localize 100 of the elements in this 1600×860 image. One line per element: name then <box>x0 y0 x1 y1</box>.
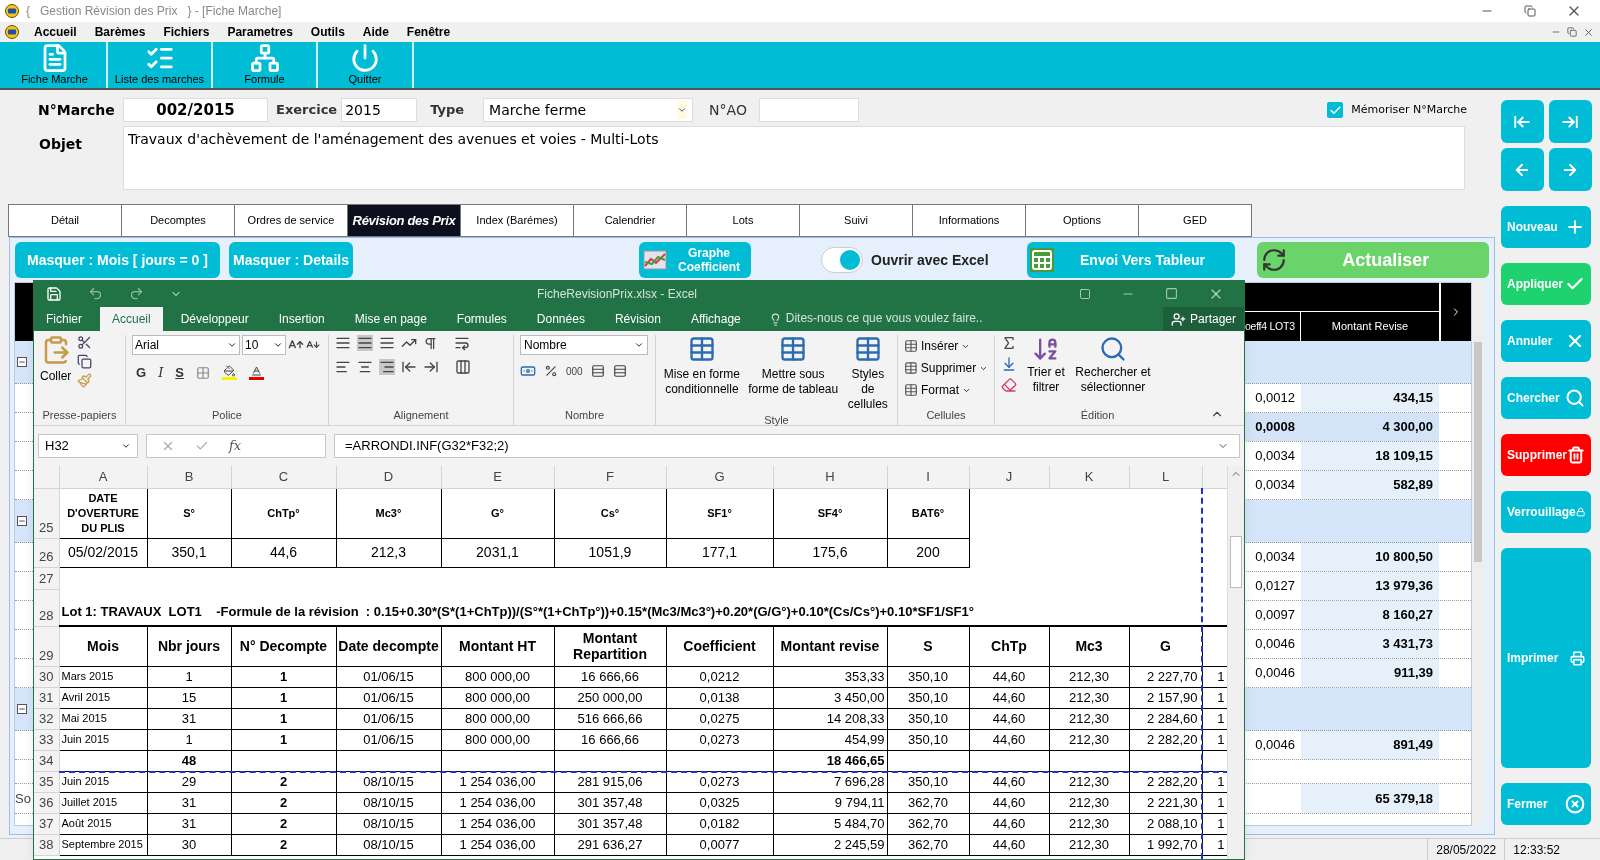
restore-icon[interactable] <box>1524 5 1536 17</box>
decimal-icon[interactable] <box>612 364 627 378</box>
ao-field[interactable] <box>758 98 859 122</box>
underline-button[interactable]: S <box>175 363 184 383</box>
column-header[interactable]: C <box>231 466 336 488</box>
grid-row[interactable]: 0,0034 582,89 <box>1245 471 1439 499</box>
grid-row[interactable]: 0,0046 3 431,73 <box>1245 630 1439 658</box>
scissors-icon[interactable] <box>77 335 93 350</box>
direction-icon[interactable] <box>423 335 438 351</box>
size-select[interactable]: 10 <box>242 335 286 355</box>
menu-item[interactable]: Parametres <box>227 23 293 41</box>
scrollbar[interactable] <box>1472 282 1484 826</box>
scrollbar[interactable] <box>1227 466 1244 859</box>
font-select[interactable]: Arial <box>132 335 240 355</box>
row-number[interactable]: 26 <box>34 538 59 567</box>
merge-icon[interactable] <box>455 359 471 375</box>
cells-button[interactable]: Insérer <box>904 335 988 357</box>
row-number[interactable]: 32 <box>34 708 59 729</box>
ribbon-options-icon[interactable] <box>1079 287 1091 300</box>
font-color-icon[interactable] <box>248 365 264 381</box>
sum-icon[interactable] <box>1001 335 1017 351</box>
menu-item[interactable]: Fenêtre <box>406 23 451 41</box>
share-button[interactable]: Partager <box>1162 307 1244 331</box>
grid-row[interactable]: 0,0127 13 979,36 <box>1245 572 1439 600</box>
name-box[interactable]: H32 <box>38 434 138 458</box>
row-number[interactable]: 28 <box>34 589 59 626</box>
row-number[interactable]: 25 <box>34 488 59 538</box>
toggle-switch[interactable] <box>821 247 863 273</box>
row-number[interactable]: 31 <box>34 687 59 708</box>
column-header[interactable]: K <box>1049 466 1129 488</box>
action-button[interactable]: Supprimer <box>1501 434 1591 476</box>
tab[interactable]: Options <box>1025 204 1139 237</box>
style-button[interactable]: Styles de cellules <box>844 335 891 412</box>
scroll-thumb[interactable] <box>1230 536 1242 588</box>
row-number[interactable]: 30 <box>34 666 59 687</box>
restore-icon[interactable] <box>1567 27 1577 37</box>
ribbon-tab[interactable]: Mise en page <box>342 307 439 331</box>
tab[interactable]: Révision des Prix <box>347 204 461 237</box>
row-number[interactable]: 27 <box>34 567 59 589</box>
column-header[interactable]: D <box>336 466 441 488</box>
toolbar-button[interactable]: Liste des marches <box>108 42 213 88</box>
tab[interactable]: Informations <box>912 204 1026 237</box>
row-number[interactable]: 29 <box>34 626 59 666</box>
menu-item[interactable]: Barèmes <box>94 23 146 41</box>
formula-field[interactable]: =ARRONDI.INF(G32*F32;2) <box>334 434 1240 458</box>
column-header[interactable]: G <box>666 466 773 488</box>
tab[interactable]: Lots <box>686 204 800 237</box>
edit-button[interactable]: Rechercher et sélectionner <box>1075 335 1151 395</box>
exercice-field[interactable]: 2015 <box>341 98 418 122</box>
column-header[interactable]: E <box>441 466 554 488</box>
row-number[interactable]: 34 <box>34 750 59 771</box>
tab[interactable]: Calendrier <box>573 204 687 237</box>
align-bottom-icon[interactable] <box>379 335 395 351</box>
tab[interactable]: Suivi <box>799 204 913 237</box>
align-right-icon[interactable] <box>379 359 395 375</box>
decimal-icon[interactable] <box>590 364 605 378</box>
tab[interactable]: Index (Barémes) <box>460 204 574 237</box>
style-button[interactable]: Mettre sous forme de tableau <box>747 335 839 412</box>
ribbon-tab[interactable]: Accueil <box>100 307 163 331</box>
function-button[interactable]: fx <box>229 436 242 456</box>
menu-item[interactable]: Accueil <box>34 23 77 41</box>
grid-row[interactable]: 0,0008 4 300,00 <box>1245 413 1439 441</box>
collapse-icon[interactable] <box>17 357 27 367</box>
paste-button[interactable]: Coller <box>40 335 72 388</box>
row-number[interactable]: 36 <box>34 792 59 813</box>
menu-item[interactable]: Fichiers <box>163 23 210 41</box>
number-format-select[interactable]: Nombre <box>520 335 648 355</box>
tell-me-field[interactable]: Dites-nous ce que vous voulez faire.. <box>785 309 983 327</box>
column-header[interactable]: B <box>147 466 231 488</box>
column-header[interactable]: A <box>59 466 147 488</box>
column-header[interactable]: L <box>1129 466 1202 488</box>
row-number[interactable]: 35 <box>34 771 59 792</box>
align-center-icon[interactable] <box>357 359 373 375</box>
menu-item[interactable]: Outils <box>310 23 345 41</box>
tab[interactable]: Détail <box>8 204 122 237</box>
ribbon-tab[interactable]: Affichage <box>678 307 753 331</box>
column-header[interactable]: I <box>887 466 969 488</box>
toolbar-button[interactable]: Fiche Marche <box>3 42 108 88</box>
ribbon-tab[interactable]: Fichier <box>34 307 94 331</box>
objet-field[interactable]: Travaux d'achèvement de l'aménagement des avenues et voies - Multi-Lots <box>123 126 1465 190</box>
fill-color-icon[interactable] <box>221 365 237 381</box>
ribbon-tab[interactable]: Formules <box>444 307 519 331</box>
align-middle-icon[interactable] <box>357 335 373 351</box>
italic-button[interactable]: I <box>158 363 164 383</box>
menu-item[interactable]: Aide <box>362 23 389 41</box>
grid-row[interactable]: 0,0034 10 800,50 <box>1245 543 1439 571</box>
row-number[interactable]: 37 <box>34 813 59 834</box>
copy-icon[interactable] <box>77 354 93 369</box>
column-header[interactable]: J <box>969 466 1049 488</box>
ribbon-tab[interactable]: Insertion <box>266 307 337 331</box>
grid-row[interactable]: 0,0046 911,39 <box>1245 659 1439 687</box>
thousands-button[interactable]: 000 <box>566 363 583 379</box>
bold-button[interactable]: G <box>136 363 147 383</box>
collapse-icon[interactable] <box>17 516 27 526</box>
save-icon[interactable] <box>46 285 62 302</box>
marche-field[interactable]: 002/2015 <box>123 98 268 122</box>
tab[interactable]: GED <box>1138 204 1252 237</box>
grid-row[interactable]: 0,0046 891,49 <box>1245 731 1439 759</box>
cells-button[interactable]: Format <box>904 379 988 401</box>
close-icon[interactable] <box>1583 26 1594 38</box>
